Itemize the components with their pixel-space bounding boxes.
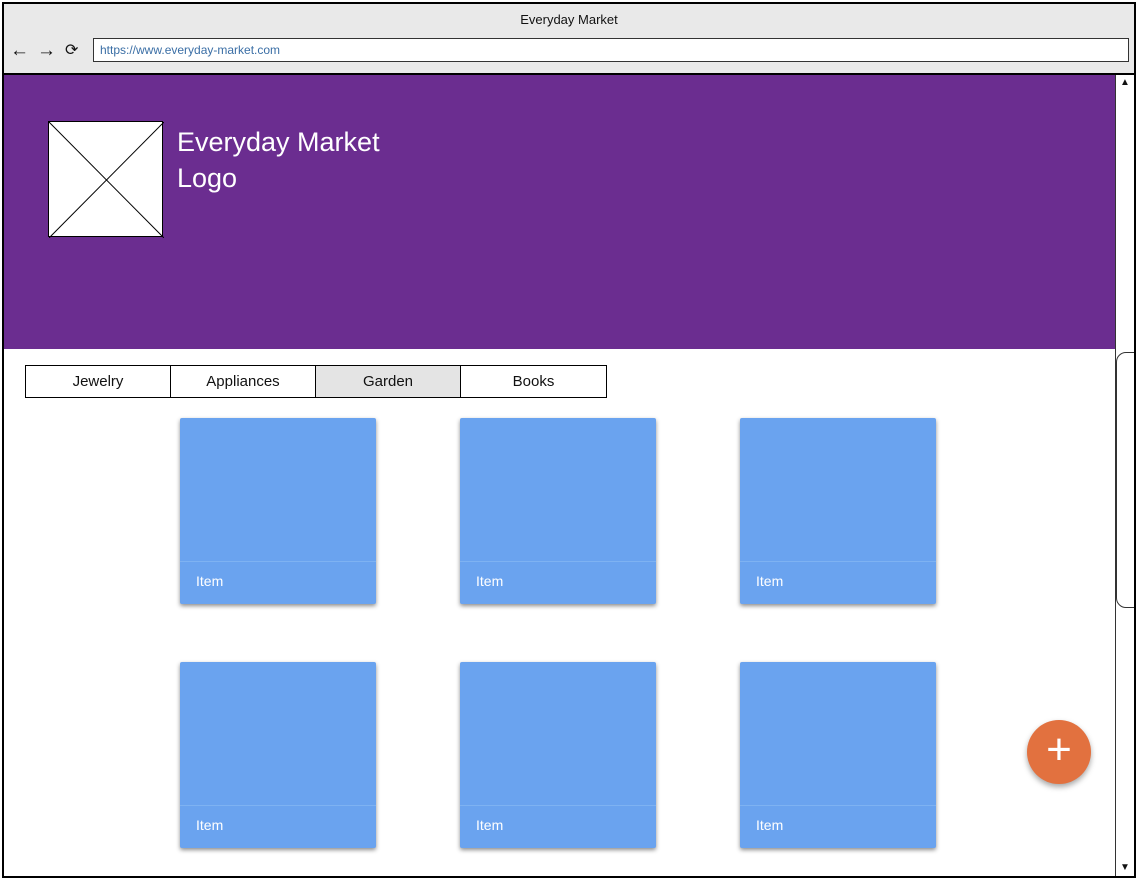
item-card[interactable]: Item [740,662,936,848]
reload-icon[interactable]: ⟳ [65,41,78,61]
item-label: Item [476,817,504,833]
forward-arrow-icon[interactable]: → [37,41,56,61]
window-title: Everyday Market [520,12,618,27]
card-divider [460,561,656,562]
tab-books[interactable]: Books [461,366,606,397]
item-card[interactable]: Item [460,662,656,848]
item-label: Item [196,817,224,833]
add-fab-button[interactable]: + [1027,720,1091,784]
page-viewport: Everyday Market Logo Jewelry Appliances … [4,75,1115,876]
logo-text-line2: Logo [177,163,238,193]
tab-appliances[interactable]: Appliances [171,366,316,397]
category-tabs: Jewelry Appliances Garden Books [25,365,607,398]
address-bar[interactable]: https://www.everyday-market.com [93,38,1129,62]
logo-image-placeholder [48,121,164,238]
tab-jewelry[interactable]: Jewelry [26,366,171,397]
item-label: Item [196,573,224,589]
item-label: Item [476,573,504,589]
item-card[interactable]: Item [180,662,376,848]
item-card[interactable]: Item [740,418,936,604]
placeholder-x-icon [49,122,164,238]
browser-window: Everyday Market ← → ⟳ https://www.everyd… [2,2,1136,878]
item-label: Item [756,573,784,589]
scroll-down-icon[interactable]: ▼ [1116,860,1134,876]
header-banner: Everyday Market Logo [4,75,1115,349]
browser-chrome: Everyday Market ← → ⟳ https://www.everyd… [4,4,1134,74]
item-card[interactable]: Item [180,418,376,604]
vertical-scrollbar[interactable]: ▲ ▼ [1115,75,1134,876]
card-divider [460,805,656,806]
card-divider [180,805,376,806]
card-divider [180,561,376,562]
logo-text: Everyday Market Logo [177,124,380,196]
tab-garden[interactable]: Garden [316,366,461,397]
item-card[interactable]: Item [460,418,656,604]
scroll-thumb[interactable] [1116,352,1134,608]
card-divider [740,561,936,562]
back-arrow-icon[interactable]: ← [10,41,29,61]
card-divider [740,805,936,806]
logo-text-line1: Everyday Market [177,127,380,157]
scroll-up-icon[interactable]: ▲ [1116,75,1134,91]
item-label: Item [756,817,784,833]
